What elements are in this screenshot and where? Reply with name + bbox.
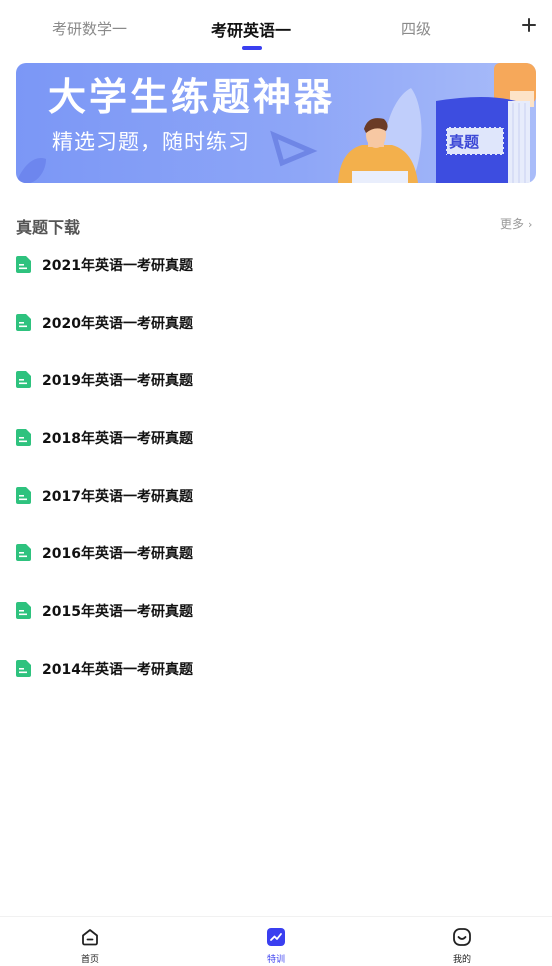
home-icon bbox=[82, 929, 98, 946]
nav-training[interactable]: 特训 bbox=[246, 925, 306, 965]
nav-profile-label: 我的 bbox=[452, 955, 471, 965]
document-icon bbox=[16, 487, 31, 504]
more-label: 更多 bbox=[500, 217, 525, 231]
document-icon bbox=[16, 314, 31, 331]
tab-cet4[interactable]: 四级 bbox=[401, 18, 431, 39]
document-icon bbox=[16, 544, 31, 561]
active-tab-indicator bbox=[242, 46, 262, 50]
promo-banner[interactable]: 大学生练题神器 精选习题，随时练习 真题 bbox=[16, 63, 536, 183]
document-icon bbox=[16, 429, 31, 446]
document-icon bbox=[16, 256, 31, 273]
training-icon bbox=[267, 928, 285, 946]
list-item[interactable]: 2017年英语一考研真题 bbox=[16, 485, 536, 507]
list-item-label: 2020年英语一考研真题 bbox=[42, 316, 193, 332]
tab-math-one[interactable]: 考研数学一 bbox=[52, 18, 127, 39]
list-item[interactable]: 2021年英语一考研真题 bbox=[16, 254, 536, 276]
list-item[interactable]: 2018年英语一考研真题 bbox=[16, 427, 536, 449]
nav-profile[interactable]: 我的 bbox=[432, 925, 492, 965]
nav-home-label: 首页 bbox=[80, 955, 99, 965]
profile-icon bbox=[453, 928, 471, 946]
list-item[interactable]: 2019年英语一考研真题 bbox=[16, 369, 536, 391]
nav-training-label: 特训 bbox=[266, 955, 285, 965]
document-icon bbox=[16, 602, 31, 619]
tab-english-one[interactable]: 考研英语一 bbox=[211, 17, 291, 41]
more-link[interactable]: 更多 › bbox=[500, 215, 532, 232]
document-icon bbox=[16, 371, 31, 388]
list-item-label: 2018年英语一考研真题 bbox=[42, 431, 193, 447]
list-item[interactable]: 2014年英语一考研真题 bbox=[16, 658, 536, 680]
document-icon bbox=[16, 660, 31, 677]
list-item-label: 2021年英语一考研真题 bbox=[42, 258, 193, 274]
plus-icon[interactable] bbox=[519, 15, 539, 35]
list-item-label: 2014年英语一考研真题 bbox=[42, 662, 193, 678]
list-item[interactable]: 2016年英语一考研真题 bbox=[16, 542, 536, 564]
bottom-nav: 首页 特训 我的 bbox=[0, 916, 552, 966]
list-item-label: 2015年英语一考研真题 bbox=[42, 604, 193, 620]
list-item[interactable]: 2020年英语一考研真题 bbox=[16, 312, 536, 334]
list-item-label: 2019年英语一考研真题 bbox=[42, 373, 193, 389]
banner-subtitle: 精选习题，随时练习 bbox=[52, 130, 250, 154]
list-item[interactable]: 2015年英语一考研真题 bbox=[16, 600, 536, 622]
chevron-right-icon: › bbox=[528, 218, 533, 231]
list-item-label: 2016年英语一考研真题 bbox=[42, 546, 193, 562]
nav-home[interactable]: 首页 bbox=[60, 925, 120, 965]
top-tab-bar: 考研数学一 考研英语一 四级 bbox=[0, 0, 552, 56]
banner-book-label: 真题 bbox=[449, 133, 480, 151]
banner-title: 大学生练题神器 bbox=[48, 75, 336, 119]
list-item-label: 2017年英语一考研真题 bbox=[42, 489, 193, 505]
section-title: 真题下载 bbox=[16, 218, 81, 237]
